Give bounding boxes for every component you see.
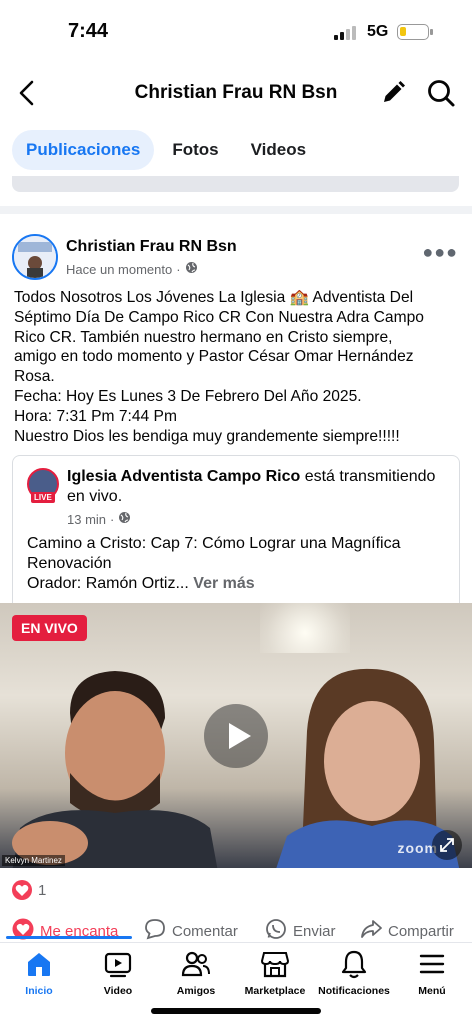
see-more-link[interactable]: Ver más [189, 575, 254, 592]
share-button[interactable]: Compartir [360, 918, 454, 944]
shared-text-line: Orador: Ramón Ortiz... Ver más [27, 574, 447, 594]
ceiling-light [260, 603, 350, 653]
live-tag: EN VIVO [12, 615, 87, 641]
post-line: Rico CR. También nuestro hermano en Cris… [14, 328, 393, 346]
home-icon [28, 953, 50, 976]
battery-icon [397, 24, 433, 40]
reaction-summary[interactable]: 1 [12, 877, 46, 903]
post-text: Todos Nosotros Los Jóvenes La Iglesia 🏫 … [14, 288, 460, 446]
manage-posts-bar[interactable] [12, 176, 459, 192]
send-button[interactable]: Enviar [265, 918, 336, 944]
shared-text-speaker: Orador: Ramón Ortiz... [27, 575, 189, 592]
nav-video-label: Video [103, 985, 133, 997]
live-badge: LIVE [31, 492, 55, 503]
participant-name: Kelvyn Martinez [2, 855, 65, 866]
share-label: Compartir [388, 922, 454, 940]
edit-icon[interactable] [380, 80, 406, 106]
comment-label: Comentar [172, 922, 238, 940]
send-label: Enviar [293, 922, 336, 940]
bell-icon [341, 950, 367, 979]
friends-icon [181, 951, 210, 977]
top-header: Christian Frau RN Bsn [0, 66, 472, 122]
post-line: Séptimo Día De Campo Rico CR Con Nuestra… [14, 308, 424, 326]
post-line: Fecha: Hoy Es Lunes 3 De Febrero Del Año… [14, 387, 362, 405]
nav-menu[interactable]: Menú [385, 949, 472, 997]
love-button[interactable]: Me encanta [12, 918, 118, 944]
expand-icon[interactable] [432, 830, 462, 860]
shared-description: Camino a Cristo: Cap 7: Cómo Lograr una … [27, 534, 447, 594]
post-line: Rosa. [14, 368, 55, 386]
heart-icon [12, 918, 34, 944]
status-bar: 7:44 5G [0, 0, 472, 62]
marketplace-icon [260, 952, 290, 978]
dot-separator: · [176, 261, 181, 277]
play-icon[interactable] [204, 704, 268, 768]
network-label: 5G [367, 23, 389, 40]
live-video[interactable]: EN VIVO Kelvyn Martinez zoom [0, 603, 472, 868]
reaction-count: 1 [38, 881, 47, 899]
shared-title: Iglesia Adventista Campo Rico está trans… [67, 467, 447, 507]
nav-marketplace-label: Marketplace [244, 985, 306, 997]
post-line: Todos Nosotros Los Jóvenes La Iglesia 🏫 … [14, 289, 414, 306]
tab-fotos[interactable]: Fotos [158, 130, 232, 170]
shared-meta: 13 min · [67, 511, 131, 527]
post-line: amigo en todo momento y Pastor César Oma… [14, 348, 414, 366]
nav-friends-label: Amigos [176, 985, 216, 997]
status-time: 7:44 [68, 20, 109, 42]
more-options-icon[interactable]: ●●● [422, 242, 458, 263]
post-time: Hace un momento [66, 261, 173, 277]
avatar[interactable] [12, 234, 58, 280]
shared-page-name[interactable]: Iglesia Adventista Campo Rico [67, 468, 300, 485]
nav-notifications-label: Notificaciones [318, 985, 390, 997]
shared-live-card[interactable]: LIVE Iglesia Adventista Campo Rico está … [12, 455, 460, 605]
shared-text-line: Camino a Cristo: Cap 7: Cómo Lograr una … [27, 535, 401, 572]
menu-icon [419, 954, 445, 974]
shared-time: 13 min [67, 511, 107, 527]
share-icon [360, 918, 382, 944]
active-action-indicator [6, 936, 132, 939]
whatsapp-icon [265, 918, 287, 944]
post-line: Hora: 7:31 Pm 7:44 Pm [14, 407, 177, 425]
tab-videos[interactable]: Videos [237, 130, 320, 170]
tab-publicaciones[interactable]: Publicaciones [12, 130, 155, 170]
search-icon[interactable] [426, 78, 456, 108]
video-icon [104, 952, 132, 978]
post-line: Nuestro Dios les bendiga muy grandemente… [14, 427, 400, 445]
nav-menu-label: Menú [418, 985, 446, 997]
globe-icon [185, 261, 198, 277]
video-person-left [12, 671, 218, 868]
nav-home-label: Inicio [25, 985, 53, 997]
dot-separator: · [110, 511, 115, 527]
comment-button[interactable]: Comentar [144, 918, 238, 944]
home-indicator [151, 1008, 321, 1014]
profile-tabs: Publicaciones Fotos Videos [12, 130, 320, 172]
heart-icon [12, 880, 32, 900]
post-header: Christian Frau RN Bsn Hace un momento · … [12, 234, 462, 280]
signal-icon [334, 26, 356, 40]
globe-icon [118, 511, 131, 527]
comment-icon [144, 918, 166, 944]
post-meta: Hace un momento · [66, 261, 198, 277]
post-author[interactable]: Christian Frau RN Bsn [66, 238, 237, 256]
section-divider [0, 206, 472, 214]
